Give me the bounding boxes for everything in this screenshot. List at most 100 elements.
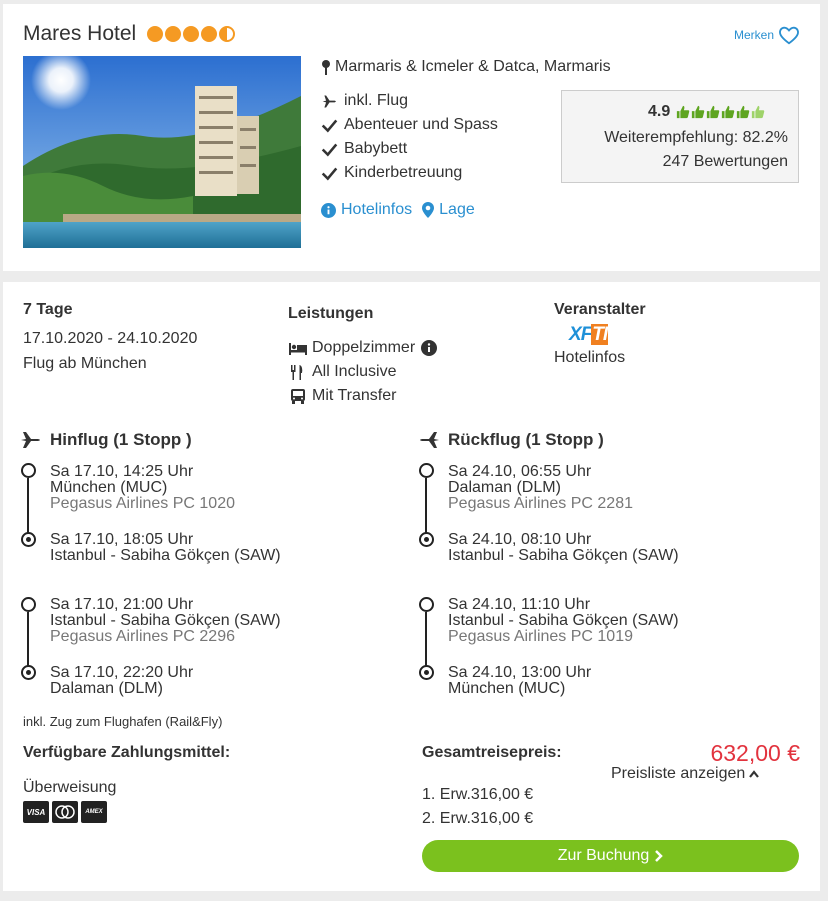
veranstalter-hotelinfos[interactable]: Hotelinfos: [554, 349, 625, 367]
hotelinfos-link[interactable]: Hotelinfos: [321, 201, 412, 219]
hotelinfos-label: Hotelinfos: [341, 201, 413, 218]
segment-line: [425, 478, 427, 533]
info-icon: [321, 202, 336, 218]
thumbs-up-icon: [677, 105, 690, 119]
thumbs-up-icon: [692, 105, 705, 119]
feature-label: Kinderbetreuung: [344, 164, 463, 181]
segment-line: [27, 478, 29, 533]
lage-label: Lage: [439, 201, 475, 218]
offer-card: 7 Tage 17.10.2020 - 24.10.2020 Flug ab M…: [3, 282, 820, 891]
preisliste-toggle[interactable]: Preisliste anzeigen: [611, 765, 760, 783]
rating-score: 4.9: [648, 103, 671, 120]
outbound-header: Hinflug (1 Stopp ): [20, 430, 192, 450]
star-icon: [183, 26, 199, 42]
arr-time: Sa 24.10, 13:00 Uhr: [448, 664, 592, 681]
plane-icon: [21, 432, 40, 448]
info-icon[interactable]: [419, 340, 439, 356]
star-icon: [147, 26, 163, 42]
merken-label: Merken: [733, 28, 774, 42]
star-icon: [165, 26, 181, 42]
arrival-dot: [21, 665, 36, 680]
arr-airport: Dalaman (DLM): [50, 680, 163, 697]
book-button[interactable]: Zur Buchung: [422, 840, 799, 872]
trip-dates: 17.10.2020 - 24.10.2020: [23, 330, 198, 347]
dep-airport: Istanbul - Sabiha Gökçen (SAW): [50, 612, 281, 629]
logo-text-f: F: [580, 324, 593, 345]
payment-title: Verfügbare Zahlungsmittel:: [23, 744, 231, 761]
map-pin-icon: [322, 60, 330, 75]
feature-adventure: Abenteuer und Spass: [321, 116, 498, 134]
leistung-label: Mit Transfer: [312, 387, 397, 404]
airline: Pegasus Airlines PC 2281: [448, 495, 633, 512]
star-rating: [147, 26, 235, 42]
half-star-icon: [219, 26, 235, 42]
segment-line: [425, 612, 427, 666]
rail-and-fly-note: inkl. Zug zum Flughafen (Rail&Fly): [23, 714, 223, 729]
rating-box: 4.9 Weiterempfehlung: 82.2% 247 Bewertun…: [561, 90, 799, 183]
departure-dot: [419, 463, 434, 478]
mastercard-icon: [52, 801, 78, 823]
arrival-dot: [419, 665, 434, 680]
chevron-right-icon: [655, 850, 664, 862]
logo-text-x: X: [569, 324, 582, 345]
outbound-title: Hinflug (1 Stopp ): [50, 430, 192, 449]
inbound-segment-1: Sa 24.10, 06:55 Uhr Dalaman (DLM) Pegasu…: [448, 464, 633, 512]
dep-airport: München (MUC): [50, 479, 168, 496]
hotel-name[interactable]: Mares Hotel: [23, 22, 136, 46]
feature-label: Babybett: [344, 140, 408, 157]
inbound-segment-2: Sa 24.10, 11:10 Uhr Istanbul - Sabiha Gö…: [448, 597, 679, 645]
outbound-segment-1-arrival: Sa 17.10, 18:05 Uhr Istanbul - Sabiha Gö…: [50, 532, 281, 564]
leistung-doppelzimmer: Doppelzimmer: [288, 339, 439, 357]
heart-icon: [779, 26, 799, 45]
arr-time: Sa 17.10, 18:05 Uhr: [50, 531, 194, 548]
recommendation-rate: Weiterempfehlung: 82.2%: [604, 129, 788, 146]
plane-icon: [322, 95, 336, 107]
dep-time: Sa 17.10, 21:00 Uhr: [50, 596, 194, 613]
departure-dot: [21, 597, 36, 612]
leistung-transfer: Mit Transfer: [288, 387, 396, 405]
dep-time: Sa 24.10, 06:55 Uhr: [448, 463, 592, 480]
inbound-segment-2-arrival: Sa 24.10, 13:00 Uhr München (MUC): [448, 665, 591, 697]
book-label: Zur Buchung: [557, 847, 650, 864]
outbound-segment-1: Sa 17.10, 14:25 Uhr München (MUC) Pegasu…: [50, 464, 235, 512]
review-count[interactable]: 247 Bewertungen: [663, 153, 788, 171]
visa-icon: VISA: [23, 801, 49, 823]
arrival-dot: [21, 532, 36, 547]
amex-icon: AMEX: [81, 801, 107, 823]
hotel-links: Hotelinfos Lage: [321, 201, 475, 219]
merken-button[interactable]: Merken: [734, 24, 800, 46]
feature-label: Abenteuer und Spass: [344, 116, 498, 133]
arr-time: Sa 24.10, 08:10 Uhr: [448, 531, 592, 548]
departure-dot: [419, 597, 434, 612]
cutlery-icon: [291, 365, 303, 380]
dep-airport: Dalaman (DLM): [448, 479, 561, 496]
leistung-label: All Inclusive: [312, 363, 397, 380]
leistungen-title: Leistungen: [288, 305, 374, 322]
airline: Pegasus Airlines PC 2296: [50, 628, 235, 645]
logo-text-ti: TI: [591, 324, 609, 345]
feature-flight: inkl. Flug: [321, 92, 408, 110]
hotel-image[interactable]: [23, 56, 301, 248]
chevron-up-icon: [749, 770, 760, 778]
dep-time: Sa 17.10, 14:25 Uhr: [50, 463, 194, 480]
airline: Pegasus Airlines PC 1020: [50, 495, 235, 512]
arr-airport: Istanbul - Sabiha Gökçen (SAW): [50, 547, 281, 564]
segment-line: [27, 612, 29, 666]
rating-score-row: 4.9: [648, 103, 765, 121]
dep-airport: Istanbul - Sabiha Gökçen (SAW): [448, 612, 679, 629]
arr-airport: München (MUC): [448, 680, 566, 697]
lage-link[interactable]: Lage: [422, 201, 475, 219]
outbound-segment-2-arrival: Sa 17.10, 22:20 Uhr Dalaman (DLM): [50, 665, 193, 697]
thumbs-up-icon: [737, 105, 750, 119]
check-icon: [321, 119, 338, 132]
airline: Pegasus Airlines PC 1019: [448, 628, 633, 645]
departure-dot: [21, 463, 36, 478]
total-price: 632,00 €: [710, 740, 800, 766]
plane-return-icon: [420, 432, 439, 448]
location-text: Marmaris & Icmeler & Datca, Marmaris: [335, 58, 611, 75]
check-icon: [321, 167, 338, 180]
trip-duration: 7 Tage: [23, 301, 73, 318]
outbound-segment-2: Sa 17.10, 21:00 Uhr Istanbul - Sabiha Gö…: [50, 597, 281, 645]
trip-departure: Flug ab München: [23, 355, 147, 372]
veranstalter-logo: XFTI: [569, 324, 609, 346]
